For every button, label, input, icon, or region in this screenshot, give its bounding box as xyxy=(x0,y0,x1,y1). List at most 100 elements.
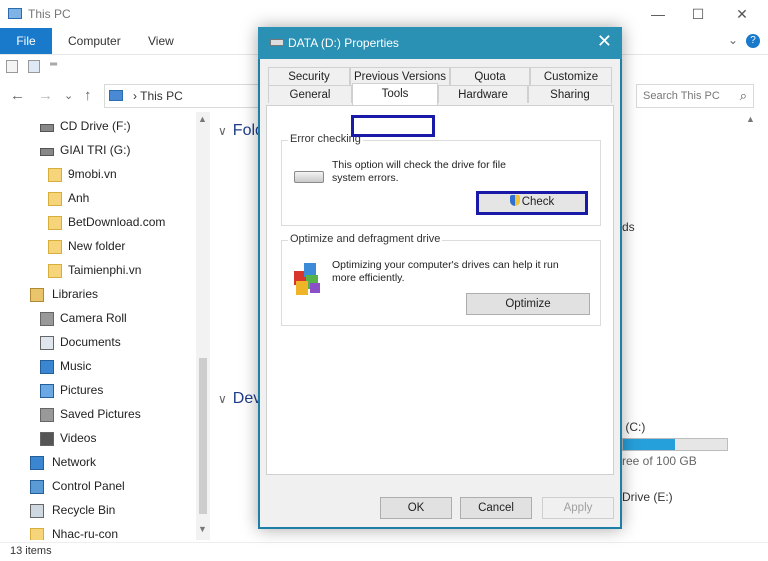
nav-item-taimienphi[interactable]: Taimienphi.vn xyxy=(0,260,196,282)
folder-icon xyxy=(48,240,62,254)
nav-item-nhac-ru-con[interactable]: Nhac-ru-con xyxy=(0,524,196,540)
nav-item-control-panel[interactable]: Control Panel xyxy=(0,476,196,498)
chevron-down-icon: ∨ xyxy=(218,392,227,406)
optimize-group: Optimize and defragment drive Optimizing… xyxy=(281,233,601,326)
apply-button[interactable]: Apply xyxy=(542,497,614,519)
folder-icon xyxy=(48,216,62,230)
tab-file[interactable]: File xyxy=(0,28,52,54)
new-folder-qat-icon[interactable] xyxy=(28,60,40,73)
scroll-up-icon[interactable]: ▲ xyxy=(746,114,755,124)
drive-icon xyxy=(270,39,284,46)
item-count: 13 items xyxy=(10,545,52,557)
maximize-button[interactable]: ☐ xyxy=(678,2,718,26)
optimize-button[interactable]: Optimize xyxy=(466,293,590,315)
ok-button[interactable]: OK xyxy=(380,497,452,519)
search-input[interactable]: Search This PC ⌕ xyxy=(636,84,754,108)
nav-item-libraries[interactable]: Libraries xyxy=(0,284,196,306)
minimize-button[interactable]: — xyxy=(638,2,678,26)
tab-quota[interactable]: Quota xyxy=(450,67,530,85)
search-placeholder: Search This PC xyxy=(643,90,720,102)
nav-item-camera-roll[interactable]: Camera Roll xyxy=(0,308,196,330)
group-devices-header[interactable]: ∨ Dev xyxy=(218,390,261,408)
hard-drive-icon xyxy=(294,171,324,183)
optimize-text: Optimizing your computer's drives can he… xyxy=(332,259,559,284)
defragment-icon xyxy=(292,263,324,295)
cancel-button[interactable]: Cancel xyxy=(460,497,532,519)
videos-icon xyxy=(40,432,54,446)
dialog-title: DATA (D:) Properties xyxy=(288,36,399,50)
window-title: This PC xyxy=(28,7,71,21)
nav-item-network[interactable]: Network xyxy=(0,452,196,474)
tab-sharing[interactable]: Sharing xyxy=(528,85,612,103)
tab-view[interactable]: View xyxy=(148,34,174,48)
search-icon[interactable]: ⌕ xyxy=(740,88,747,104)
scroll-up-icon[interactable]: ▲ xyxy=(198,114,207,124)
tab-security[interactable]: Security xyxy=(268,67,350,85)
tab-tools[interactable]: Tools xyxy=(352,83,438,105)
nav-item-documents[interactable]: Documents xyxy=(0,332,196,354)
content-scrollbar[interactable]: ▲ xyxy=(744,112,758,540)
nav-label: Pictures xyxy=(60,383,104,397)
uac-shield-icon xyxy=(509,195,520,206)
nav-item-music[interactable]: Music xyxy=(0,356,196,378)
nav-item-pictures[interactable]: Pictures xyxy=(0,380,196,402)
nav-item-videos[interactable]: Videos xyxy=(0,428,196,450)
network-icon xyxy=(30,456,44,470)
music-icon xyxy=(40,360,54,374)
navigation-pane: CD Drive (F:) GIAI TRI (G:) 9mobi.vn Anh… xyxy=(0,112,210,542)
nav-item-saved-pictures[interactable]: Saved Pictures xyxy=(0,404,196,426)
pictures-icon xyxy=(40,384,54,398)
nav-label: CD Drive (F:) xyxy=(60,119,131,133)
error-checking-group: Error checking This option will check th… xyxy=(281,133,601,226)
folder-icon xyxy=(48,168,62,182)
pictures-icon xyxy=(40,408,54,422)
this-pc-icon xyxy=(109,90,123,101)
nav-scroll-thumb[interactable] xyxy=(199,358,207,514)
nav-item-betdownload[interactable]: BetDownload.com xyxy=(0,212,196,234)
nav-label: Documents xyxy=(60,335,121,349)
tab-hardware[interactable]: Hardware xyxy=(438,85,528,103)
nav-label: Control Panel xyxy=(52,479,125,493)
drive-e-label[interactable]: Drive (E:) xyxy=(622,490,673,504)
back-button[interactable]: ← xyxy=(10,87,25,104)
breadcrumb-this-pc[interactable]: This PC xyxy=(140,89,183,103)
properties-qat-icon[interactable] xyxy=(6,60,18,73)
nav-label: Network xyxy=(52,455,97,469)
nav-label: Recycle Bin xyxy=(52,503,116,517)
up-button[interactable]: ↑ xyxy=(84,87,92,104)
nav-item-anh[interactable]: Anh xyxy=(0,188,196,210)
nav-item-cd-drive[interactable]: CD Drive (F:) xyxy=(0,116,196,138)
recent-locations-button[interactable]: ⌄ xyxy=(64,89,73,102)
nav-item-9mobi[interactable]: 9mobi.vn xyxy=(0,164,196,186)
dialog-titlebar[interactable]: DATA (D:) Properties ✕ xyxy=(258,27,622,59)
tools-tab-page: Error checking This option will check th… xyxy=(266,105,614,475)
tab-general[interactable]: General xyxy=(268,85,352,103)
tab-customize[interactable]: Customize xyxy=(530,67,612,85)
nav-label: Videos xyxy=(60,431,97,445)
nav-item-recycle-bin[interactable]: Recycle Bin xyxy=(0,500,196,522)
nav-label: 9mobi.vn xyxy=(68,167,117,181)
customize-qat-icon[interactable]: ═ xyxy=(50,59,57,70)
nav-label: Anh xyxy=(68,191,90,205)
dialog-close-button[interactable]: ✕ xyxy=(597,31,612,52)
forward-button[interactable]: → xyxy=(38,87,53,104)
this-pc-icon xyxy=(8,8,22,19)
close-button[interactable]: ✕ xyxy=(722,2,762,26)
address-box[interactable]: › This PC xyxy=(104,84,264,108)
help-icon[interactable]: ? xyxy=(746,34,760,48)
breadcrumb[interactable]: › This PC xyxy=(133,89,183,103)
nav-label: BetDownload.com xyxy=(68,215,166,229)
expand-ribbon-icon[interactable]: ⌄ xyxy=(728,33,738,47)
check-button[interactable]: Check xyxy=(476,191,588,215)
library-icon xyxy=(40,312,54,326)
scroll-down-icon[interactable]: ▼ xyxy=(198,524,207,534)
nav-item-giai-tri[interactable]: GIAI TRI (G:) xyxy=(0,140,196,162)
dialog-tabs: Security Previous Versions Quota Customi… xyxy=(266,67,614,107)
nav-label: Music xyxy=(60,359,92,373)
error-checking-text: This option will check the drive for fil… xyxy=(332,159,506,184)
nav-item-new-folder[interactable]: New folder xyxy=(0,236,196,258)
nav-scrollbar[interactable]: ▲ ▼ xyxy=(196,112,210,540)
tab-computer[interactable]: Computer xyxy=(68,34,121,48)
drive-properties-dialog: DATA (D:) Properties ✕ Security Previous… xyxy=(258,27,622,529)
explorer-titlebar: This PC — ☐ ✕ xyxy=(0,0,768,28)
